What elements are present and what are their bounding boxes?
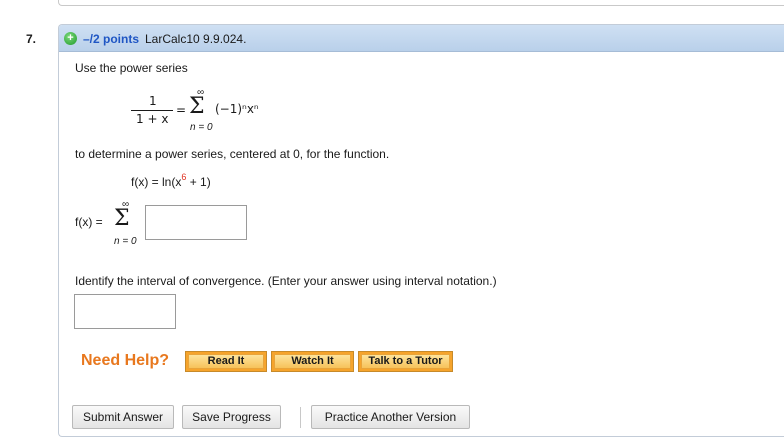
submit-answer-button[interactable]: Submit Answer [72,405,174,429]
question-number: 7. [26,32,37,46]
function-lhs: f(x) = ln(x [131,175,182,189]
interval-answer-input[interactable] [74,294,176,329]
answer-lhs: f(x) = [75,215,103,229]
talk-to-tutor-button[interactable]: Talk to a Tutor [358,351,453,372]
save-progress-button[interactable]: Save Progress [182,405,281,429]
function-definition: f(x) = ln(x6 + 1) [131,172,211,189]
previous-question-border [58,0,784,6]
series-answer-input[interactable] [145,205,247,240]
talk-to-tutor-label: Talk to a Tutor [361,354,450,369]
watch-it-button[interactable]: Watch It [271,351,354,372]
read-it-button[interactable]: Read It [185,351,267,372]
series-equals: = [176,103,187,117]
question-header: + –/2 points LarCalc10 9.9.024. [59,25,784,52]
summation-sign: Σ [189,94,205,119]
watch-it-label: Watch It [274,354,351,369]
read-it-label: Read It [188,354,264,369]
series-numerator: 1 [149,94,157,108]
answer-summation-sign: Σ [114,206,130,231]
points-label: –/2 points [83,32,140,46]
sum-lower-limit: n = 0 [190,122,213,133]
practice-another-version-button[interactable]: Practice Another Version [311,405,470,429]
intro-text: Use the power series [75,61,188,75]
series-denominator: 1 + x [136,112,169,126]
function-exponent: 6 [181,172,187,182]
answer-sum-lower: n = 0 [114,236,137,247]
function-rhs: + 1) [186,175,211,189]
expand-plus-icon[interactable]: + [64,32,77,45]
interval-prompt: Identify the interval of convergence. (E… [75,274,497,288]
need-help-label: Need Help? [81,352,170,369]
question-source: LarCalc10 9.9.024. [145,32,247,46]
instruction-text: to determine a power series, centered at… [75,147,390,161]
action-separator [300,407,301,428]
fraction-bar [131,110,173,111]
series-term: (−1)ⁿxⁿ [215,102,259,116]
